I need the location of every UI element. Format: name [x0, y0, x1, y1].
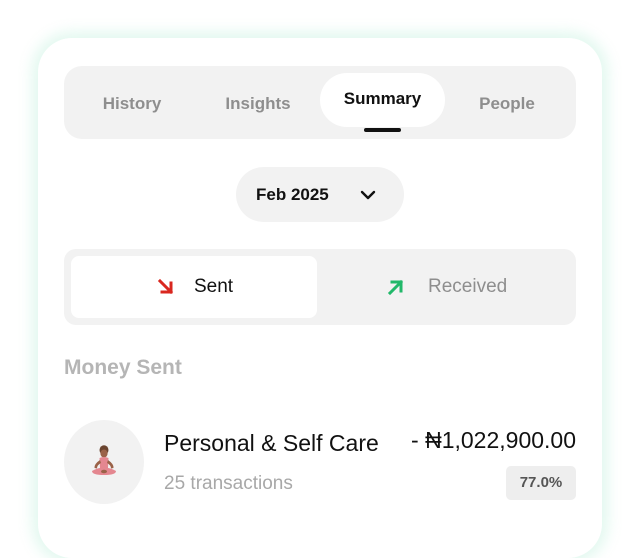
tab-people[interactable]: People — [460, 67, 554, 140]
tab-bar: History Insights Summary People — [64, 66, 576, 139]
tab-history[interactable]: History — [84, 67, 180, 140]
percent-badge: 77.0% — [506, 466, 576, 500]
active-tab-indicator — [364, 128, 401, 132]
chevron-down-icon — [360, 190, 376, 200]
arrow-up-right-icon — [387, 279, 404, 296]
received-toggle-button[interactable]: Received — [324, 256, 570, 318]
month-selector[interactable]: Feb 2025 — [236, 167, 404, 222]
sent-toggle-label: Sent — [194, 276, 234, 297]
tab-insights[interactable]: Insights — [210, 67, 306, 140]
tab-summary[interactable]: Summary — [320, 73, 445, 127]
month-selector-value: Feb 2025 — [256, 185, 329, 204]
section-title: Money Sent — [64, 356, 182, 379]
transaction-count: 25 transactions — [164, 473, 293, 494]
category-name: Personal & Self Care — [164, 430, 379, 456]
sent-toggle-button[interactable]: Sent — [71, 256, 317, 318]
category-amount: - ₦1,022,900.00 — [411, 427, 576, 453]
arrow-down-right-icon — [157, 278, 174, 295]
category-row[interactable]: Personal & Self Care 25 transactions - ₦… — [64, 420, 576, 510]
received-toggle-label: Received — [428, 276, 508, 297]
meditation-icon — [92, 445, 116, 475]
category-avatar — [64, 420, 144, 504]
direction-toggle: Sent Received — [64, 249, 576, 325]
